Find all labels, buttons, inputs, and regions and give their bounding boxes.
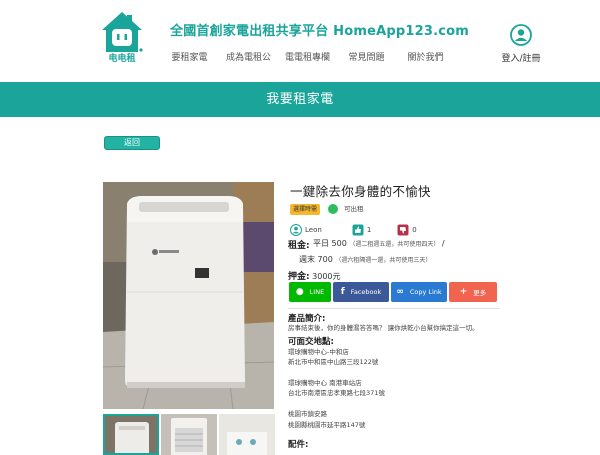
nav-item-faq[interactable]: 常見問題 <box>337 50 396 63</box>
dislike-count: 0 <box>412 226 417 234</box>
thumbs-up-icon[interactable] <box>352 224 364 236</box>
share-line-button[interactable]: ● LINE <box>289 282 331 302</box>
login-label: 登入/註冊 <box>501 54 541 64</box>
page-title: 我要租家電 <box>266 92 334 107</box>
pickup-location-name: 環球購物中心 南港車站店 <box>288 379 362 387</box>
deposit-value: 3000元 <box>312 272 341 281</box>
line-icon: ● <box>295 287 304 297</box>
rent-separator: / <box>441 239 445 248</box>
nav-item-become-owner[interactable]: 成為電租公 <box>219 50 278 63</box>
login-register[interactable]: 登入/註冊 <box>500 24 542 64</box>
site-title: 全國首創家電出租共享平台 HomeApp123.com <box>170 24 470 39</box>
product-title: 一鍵除去你身體的不愉快 <box>290 184 431 199</box>
share-more-button[interactable]: + 更多 <box>449 282 497 302</box>
like-count: 1 <box>366 226 372 234</box>
rent-weekend-price: 週末 700 <box>299 255 333 264</box>
pickup-location-name: 桃園市鎮安路 <box>288 410 327 418</box>
plus-icon: + <box>459 287 468 297</box>
parts-title: 配件: <box>288 440 309 450</box>
divider <box>288 308 500 309</box>
deposit: 押金: 3000元 <box>288 269 341 282</box>
pickup-location-address: 桃園縣桃園市延平路147號 <box>288 421 366 429</box>
page-banner: 我要租家電 <box>0 82 600 117</box>
nav-item-column[interactable]: 電電租專欄 <box>278 50 337 63</box>
pickup-location-name: 環球購物中心-中和店 <box>288 348 349 356</box>
rent-weekday-price: 平日 500 <box>313 239 347 248</box>
rent-weekend: 週末 700 （週六租隔週一還，共可使用三天） <box>299 254 431 265</box>
copy-link-button[interactable]: ∞ Copy Link <box>391 282 447 302</box>
status-text: 可出租 <box>344 205 364 213</box>
main-nav: 要租家電 成為電租公 電電租專欄 常見問題 關於我們 <box>160 50 455 63</box>
product-thumbnail-2[interactable] <box>161 414 217 455</box>
rent-label: 租金: <box>288 241 310 251</box>
pickup-location-address: 新北市中和區中山路三段122號 <box>288 358 379 366</box>
nav-item-rent[interactable]: 要租家電 <box>160 50 219 63</box>
site-header: 电电租 全國首創家電出租共享平台 HomeApp123.com 要租家電 成為電… <box>0 0 600 82</box>
copy-link-label: Copy Link <box>409 288 442 296</box>
rent-weekend-note: （週六租隔週一還，共可使用三天） <box>335 257 432 264</box>
user-circle-icon <box>510 24 532 46</box>
nav-item-about[interactable]: 關於我們 <box>396 50 455 63</box>
link-icon: ∞ <box>396 287 404 297</box>
logo-text[interactable]: 电电租 <box>99 51 145 64</box>
user-icon <box>290 224 302 236</box>
share-more-label: 更多 <box>473 289 487 297</box>
product-main-photo[interactable] <box>103 182 274 409</box>
status-available-icon <box>328 204 338 214</box>
owner-stats: Leon 1 0 <box>290 224 417 236</box>
share-facebook-label: Facebook <box>350 288 382 296</box>
share-line-label: LINE <box>309 288 325 296</box>
facebook-icon: f <box>340 287 345 297</box>
owner-name[interactable]: Leon <box>305 226 322 234</box>
share-facebook-button[interactable]: f Facebook <box>333 282 389 302</box>
product-thumbnail-3[interactable] <box>219 414 275 455</box>
deposit-label: 押金: <box>288 272 310 282</box>
product-thumbnail-1[interactable] <box>103 414 159 455</box>
selection-badge: 選擇時需 <box>290 204 320 215</box>
pickup-location-address: 台北市南港區忠孝東路七段371號 <box>288 389 385 397</box>
thumbs-down-icon[interactable] <box>397 224 409 236</box>
share-buttons: ● LINE f Facebook ∞ Copy Link + 更多 <box>289 282 499 302</box>
rent-weekday-note: （週二租週五還，共可使用四天） <box>349 241 440 248</box>
back-button[interactable]: 返回 <box>104 136 160 150</box>
rent-weekday: 平日 500 （週二租週五還，共可使用四天） / <box>313 238 445 249</box>
dehumidifier-photo <box>103 182 274 409</box>
intro-text: 房事結束後，你的身體濕答答嗎？ 讓你烘乾小台幫你搞定這一切。 <box>288 324 479 332</box>
